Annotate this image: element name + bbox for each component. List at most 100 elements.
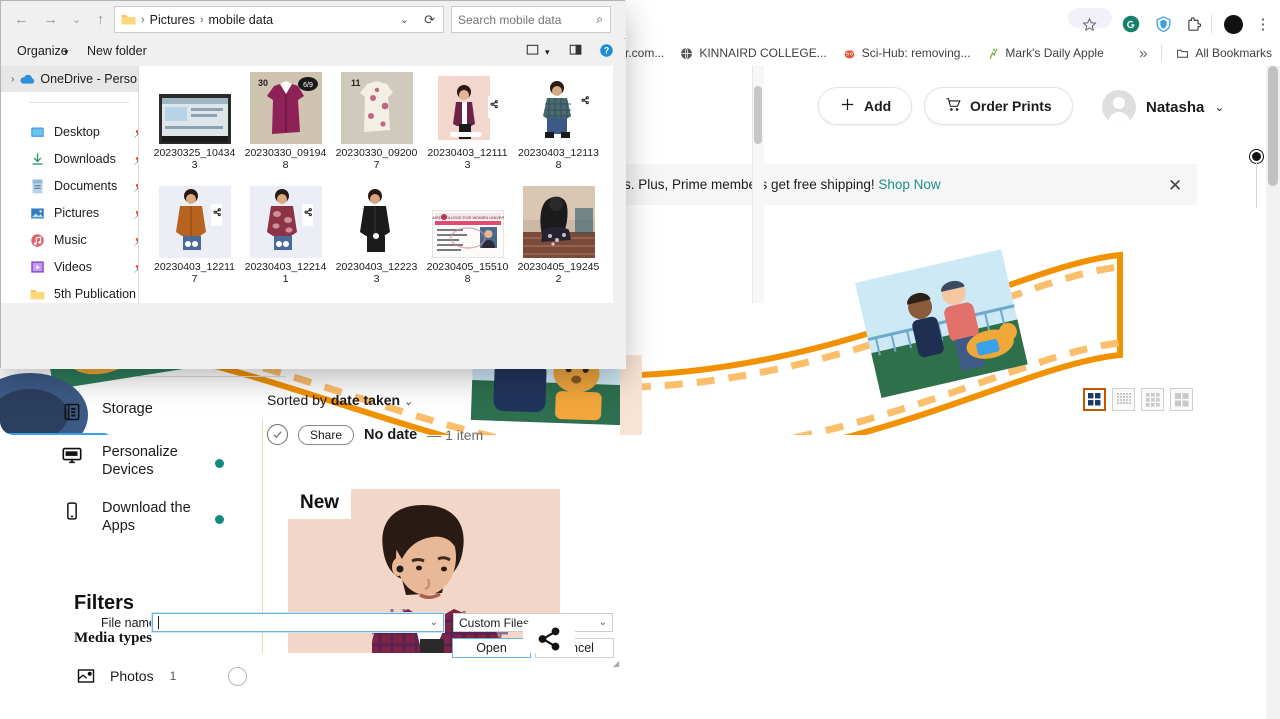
file-item[interactable]: 20230405_192452	[513, 186, 604, 300]
up-button[interactable]: ↑	[88, 7, 113, 32]
new-folder-button[interactable]: New folder	[87, 44, 147, 58]
tree-label: OneDrive - Perso	[40, 72, 137, 86]
bookmark-item[interactable]: KINNAIRD COLLEGE...	[672, 42, 834, 64]
view-mode-tiny-button[interactable]	[1112, 388, 1135, 411]
forward-button[interactable]: →	[38, 7, 63, 32]
back-button[interactable]: ←	[9, 7, 34, 32]
dialog-navigation-bar: ← → ⌄ ↑ › Pictures › mobile data ⌄ ⟳ Sea…	[1, 1, 626, 38]
chevron-down-icon[interactable]: ⌄	[430, 617, 438, 628]
chevron-down-icon[interactable]: ▾	[64, 47, 69, 58]
file-item[interactable]: 20230403_121113	[422, 72, 513, 186]
refresh-icon[interactable]: ⟳	[424, 12, 435, 28]
breadcrumb-separator: ›	[141, 13, 145, 26]
page-scrollbar-thumb[interactable]	[1268, 66, 1278, 186]
bookmark-item[interactable]: Sci-Hub: removing...	[835, 42, 979, 64]
view-mode-medium-button[interactable]	[1170, 388, 1193, 411]
file-list[interactable]: 20230325_104343 30 6/9 20230330_091948 1…	[138, 66, 764, 303]
shop-now-link[interactable]: Shop Now	[878, 177, 940, 192]
file-item[interactable]: 30 6/9 20230330_091948	[240, 72, 331, 186]
all-bookmarks-button[interactable]: All Bookmarks	[1168, 42, 1280, 64]
shopping-cart-icon	[945, 96, 962, 116]
tree-label: 5th Publication	[54, 287, 137, 301]
add-button[interactable]: Add	[818, 87, 913, 125]
file-open-dialog[interactable]: ← → ⌄ ↑ › Pictures › mobile data ⌄ ⟳ Sea…	[0, 0, 764, 668]
tree-label: Desktop	[54, 125, 100, 139]
tree-item-music[interactable]: Music 📌	[29, 232, 138, 248]
chevron-down-icon[interactable]: ▾	[545, 47, 550, 58]
bookmark-item[interactable]: Mark's Daily Apple	[978, 42, 1111, 64]
share-button[interactable]: Share	[298, 424, 355, 445]
bookmarks-overflow-button[interactable]: »	[1131, 45, 1155, 62]
zenmate-vpn-extension-icon[interactable]	[1152, 13, 1174, 35]
file-item[interactable]: KINNAIRD COLLEGE FOR WOMEN UNIVERSITY 20…	[422, 186, 513, 300]
account-name: Natasha	[1146, 98, 1205, 116]
resize-grip[interactable]: ◢	[613, 659, 621, 668]
organize-button[interactable]: Organize	[17, 44, 68, 58]
select-all-checkbox[interactable]	[267, 424, 288, 445]
tree-item-5th-publication[interactable]: 5th Publication	[29, 286, 138, 302]
extensions-puzzle-icon[interactable]	[1182, 13, 1204, 35]
file-item[interactable]: 20230403_122117	[149, 186, 240, 300]
chrome-menu-icon[interactable]: ⋮	[1252, 13, 1274, 35]
nav-divider	[138, 376, 286, 377]
search-box[interactable]: Search mobile data ⌕	[451, 6, 611, 33]
video-icon	[29, 259, 45, 275]
profile-avatar-icon[interactable]	[1222, 13, 1244, 35]
bookmark-star-icon[interactable]	[1078, 13, 1100, 35]
grammarly-extension-icon[interactable]	[1120, 13, 1142, 35]
tree-item-downloads[interactable]: Downloads 📌	[29, 151, 138, 167]
photo-group-header: Share No date — 1 item	[267, 424, 483, 445]
tree-item-documents[interactable]: Documents 📌	[29, 178, 138, 194]
tree-item-desktop[interactable]: Desktop 📌	[29, 124, 138, 140]
file-item[interactable]: 20230403_122233	[331, 186, 422, 300]
view-layout-icon[interactable]	[525, 43, 540, 57]
file-name: 20230330_091948	[244, 147, 327, 171]
chevron-right-icon[interactable]: ›	[11, 74, 14, 85]
nav-label: Storage	[102, 401, 153, 417]
address-bar[interactable]: › Pictures › mobile data ⌄ ⟳	[114, 6, 444, 33]
recent-locations-button[interactable]: ⌄	[64, 7, 89, 32]
file-name: 20230325_104343	[153, 147, 236, 171]
breadcrumb-item-pictures[interactable]: Pictures	[150, 13, 195, 27]
close-icon[interactable]: ✕	[1168, 176, 1182, 196]
filter-radio[interactable]	[228, 666, 248, 686]
share-icon[interactable]	[523, 624, 575, 653]
nav-label: Personalize Devices	[102, 444, 178, 478]
tree-item-videos[interactable]: Videos 📌	[29, 259, 138, 275]
file-name: 20230330_092007	[335, 147, 418, 171]
view-mode-switcher	[1083, 388, 1193, 411]
file-item[interactable]: 11 20230330_092007	[331, 72, 422, 186]
file-list-scrollbar-thumb[interactable]	[754, 86, 762, 144]
view-mode-small-button[interactable]	[1141, 388, 1164, 411]
file-item[interactable]: 20230403_122141	[240, 186, 331, 300]
account-menu[interactable]: Natasha ⌄	[1102, 90, 1224, 124]
view-mode-large-button[interactable]	[1083, 388, 1106, 411]
open-button[interactable]: Open	[452, 638, 531, 658]
order-prints-button[interactable]: Order Prints	[924, 87, 1073, 125]
tree-item-onedrive[interactable]: › OneDrive - Perso	[1, 66, 138, 92]
preview-pane-icon[interactable]	[568, 43, 583, 57]
tree-divider	[29, 102, 129, 103]
nav-item-download-apps[interactable]: Download the Apps	[60, 499, 224, 535]
tree-item-pictures[interactable]: Pictures 📌	[29, 205, 138, 221]
file-name: 20230405_155108	[426, 261, 509, 285]
chevron-down-icon[interactable]: ⌄	[599, 617, 607, 628]
file-item[interactable]: 20230325_104343	[149, 72, 240, 186]
new-indicator-dot	[215, 515, 224, 524]
search-input[interactable]: Search mobile data	[458, 13, 561, 27]
help-icon[interactable]: ?	[599, 43, 614, 58]
file-thumbnail	[158, 94, 231, 144]
chevron-down-icon[interactable]: ⌄	[400, 13, 409, 26]
sort-control[interactable]: Sorted by date taken ⌄	[267, 392, 413, 408]
file-name: 20230403_121138	[518, 147, 599, 171]
tree-label: Music	[54, 233, 87, 247]
file-name-input[interactable]: ⌄	[152, 613, 444, 632]
filter-item-photos[interactable]: Photos 1	[74, 664, 248, 688]
nav-item-personalize-devices[interactable]: Personalize Devices	[60, 443, 224, 479]
sort-value: date taken	[330, 392, 401, 408]
file-name: 20230403_122141	[244, 261, 327, 285]
marksdailyapple-favicon	[986, 47, 999, 60]
breadcrumb-item-mobile-data[interactable]: mobile data	[209, 13, 274, 27]
nav-item-storage[interactable]: Storage	[60, 400, 197, 424]
file-item[interactable]: 20230403_121138	[513, 72, 604, 186]
